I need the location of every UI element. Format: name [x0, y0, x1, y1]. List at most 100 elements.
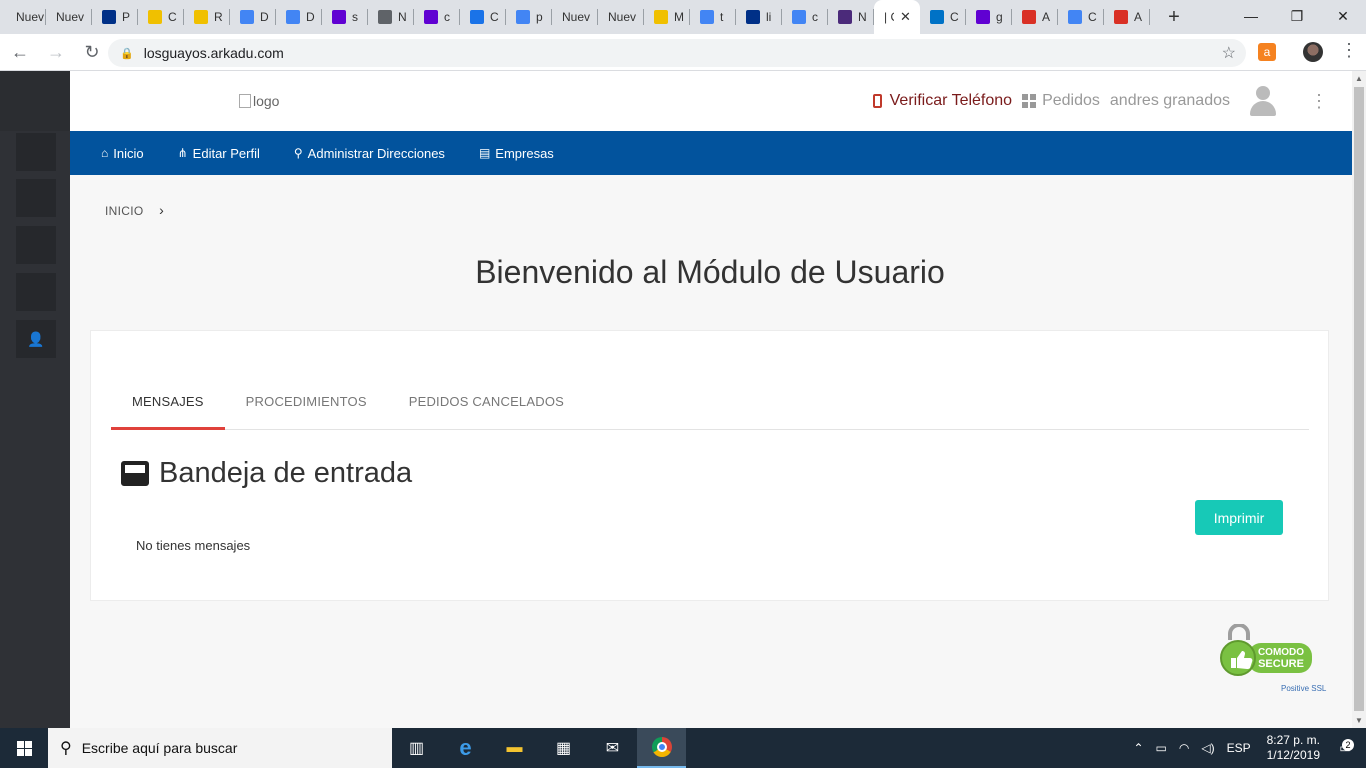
- scroll-up-icon[interactable]: ▲: [1355, 74, 1363, 83]
- url-text[interactable]: losguayos.arkadu.com: [144, 45, 284, 61]
- browser-tab[interactable]: Nuev: [0, 0, 46, 34]
- bookmark-star-icon[interactable]: ☆: [1222, 43, 1236, 63]
- browser-tab[interactable]: M: [644, 0, 690, 34]
- home-icon: ⌂: [101, 146, 109, 160]
- battery-icon[interactable]: ▭: [1156, 741, 1167, 755]
- tab-procedimientos[interactable]: PROCEDIMIENTOS: [225, 379, 388, 429]
- browser-tab-title: D: [260, 10, 269, 24]
- scroll-down-icon[interactable]: ▼: [1355, 716, 1363, 725]
- browser-tab-title: C: [168, 10, 177, 24]
- page-title: Bienvenido al Módulo de Usuario: [475, 254, 945, 290]
- nav-item-empresas[interactable]: ▤ Empresas: [479, 146, 554, 161]
- volume-icon[interactable]: ◁): [1201, 741, 1214, 755]
- comodo-secure-seal[interactable]: COMODO SECURE: [1218, 624, 1314, 676]
- language-indicator[interactable]: ESP: [1227, 741, 1251, 755]
- browser-tab[interactable]: c: [782, 0, 828, 34]
- browser-tab[interactable]: A: [1012, 0, 1058, 34]
- favicon-icon: [976, 10, 990, 24]
- username[interactable]: andres granados: [1110, 92, 1230, 110]
- browser-tab-title: t: [720, 10, 724, 24]
- tab-pedidos-cancelados[interactable]: PEDIDOS CANCELADOS: [388, 379, 585, 429]
- browser-tab-title: R: [214, 10, 223, 24]
- browser-tab[interactable]: R: [184, 0, 230, 34]
- scrollbar-thumb[interactable]: [1354, 87, 1364, 711]
- clock[interactable]: 8:27 p. m. 1/12/2019: [1267, 733, 1320, 763]
- more-options-icon[interactable]: ⋮: [1310, 91, 1328, 112]
- browser-tab[interactable]: C: [920, 0, 966, 34]
- browser-tab[interactable]: C: [1058, 0, 1104, 34]
- browser-tab[interactable]: | C ✕: [874, 0, 920, 34]
- browser-tab[interactable]: Nuev: [552, 0, 598, 34]
- breadcrumb: INICIO ›: [105, 202, 164, 218]
- notifications-button[interactable]: ▭ 2: [1330, 739, 1360, 755]
- page-scrollbar[interactable]: ▲ ▼: [1352, 71, 1366, 728]
- nav-item-label: Inicio: [113, 145, 144, 161]
- start-button[interactable]: [0, 728, 48, 768]
- taskbar-search[interactable]: ⚲ Escribe aquí para buscar: [48, 728, 392, 768]
- chrome-logo-icon: [651, 737, 672, 757]
- nav-item-administrar-direcciones[interactable]: ⚲ Administrar Direcciones: [294, 146, 445, 161]
- browser-menu-icon[interactable]: ⋮: [1340, 40, 1358, 61]
- logo-image[interactable]: logo: [239, 93, 279, 109]
- browser-tab[interactable]: D: [276, 0, 322, 34]
- sidebar-item[interactable]: [16, 226, 56, 264]
- header-actions: Verificar Teléfono Pedidos andres granad…: [872, 71, 1352, 131]
- browser-tab[interactable]: C: [460, 0, 506, 34]
- wifi-icon[interactable]: ◠: [1179, 741, 1189, 755]
- browser-tab[interactable]: D: [230, 0, 276, 34]
- reload-button[interactable]: ↻: [76, 42, 108, 63]
- address-bar[interactable]: 🔒 losguayos.arkadu.com ☆: [108, 39, 1246, 67]
- browser-tab[interactable]: s: [322, 0, 368, 34]
- nav-item-inicio[interactable]: ⌂ Inicio: [101, 146, 144, 161]
- browser-tab[interactable]: c: [414, 0, 460, 34]
- lock-icon[interactable]: 🔒: [120, 47, 134, 60]
- profile-avatar[interactable]: [1303, 42, 1323, 62]
- browser-tab[interactable]: N: [828, 0, 874, 34]
- favicon-icon: [378, 10, 392, 24]
- window-controls: — ❐ ✕: [1228, 0, 1366, 32]
- positive-ssl-caption: Positive SSL: [1281, 684, 1327, 693]
- favicon-icon: [700, 10, 714, 24]
- nav-item-editar-perfil[interactable]: ⋔ Editar Perfil: [178, 146, 260, 161]
- browser-tab[interactable]: g: [966, 0, 1012, 34]
- user-avatar-icon[interactable]: [1250, 86, 1276, 116]
- task-view-icon[interactable]: ▥: [392, 728, 441, 768]
- browser-tab[interactable]: Nuev: [46, 0, 92, 34]
- chevron-up-icon[interactable]: ⌃: [1133, 741, 1143, 755]
- browser-tab[interactable]: P: [92, 0, 138, 34]
- print-button[interactable]: Imprimir: [1195, 500, 1283, 535]
- new-tab-button[interactable]: +: [1154, 6, 1194, 29]
- verify-phone-link[interactable]: Verificar Teléfono: [872, 92, 1012, 110]
- restore-button[interactable]: ❐: [1274, 0, 1320, 32]
- browser-tab[interactable]: C: [138, 0, 184, 34]
- minimize-button[interactable]: —: [1228, 0, 1274, 32]
- sidebar-item[interactable]: [16, 273, 56, 311]
- browser-tab-title: c: [444, 10, 450, 24]
- sidebar-item[interactable]: [16, 179, 56, 217]
- mail-icon[interactable]: ✉: [588, 728, 637, 768]
- favicon-icon: [240, 10, 254, 24]
- breadcrumb-inicio[interactable]: INICIO: [105, 204, 143, 218]
- sidebar-user-icon[interactable]: 👤: [16, 320, 56, 358]
- extension-icon[interactable]: a: [1258, 43, 1276, 61]
- file-explorer-icon[interactable]: ▬: [490, 728, 539, 768]
- sidebar-item[interactable]: [16, 133, 56, 171]
- browser-tab[interactable]: Nuev: [598, 0, 644, 34]
- close-window-button[interactable]: ✕: [1320, 0, 1366, 32]
- chrome-icon[interactable]: [637, 728, 686, 768]
- browser-tab[interactable]: A: [1104, 0, 1150, 34]
- browser-tab-title: N: [858, 10, 867, 24]
- back-button[interactable]: ←: [4, 42, 36, 63]
- tab-mensajes[interactable]: MENSAJES: [111, 379, 225, 430]
- browser-tab[interactable]: t: [690, 0, 736, 34]
- close-tab-icon[interactable]: ✕: [900, 9, 911, 25]
- edge-icon[interactable]: e: [441, 728, 490, 768]
- browser-tab[interactable]: N: [368, 0, 414, 34]
- forward-button[interactable]: →: [40, 42, 72, 63]
- browser-tab-title: D: [306, 10, 315, 24]
- browser-tab[interactable]: p: [506, 0, 552, 34]
- browser-tab-strip: Nuev Nuev P C R D Ds Nc Cp Nuev Nuev Mt li c N | C ✕ Cg A C…: [0, 0, 1366, 34]
- orders-link[interactable]: Pedidos: [1022, 92, 1100, 110]
- store-icon[interactable]: ▦: [539, 728, 588, 768]
- browser-tab[interactable]: li: [736, 0, 782, 34]
